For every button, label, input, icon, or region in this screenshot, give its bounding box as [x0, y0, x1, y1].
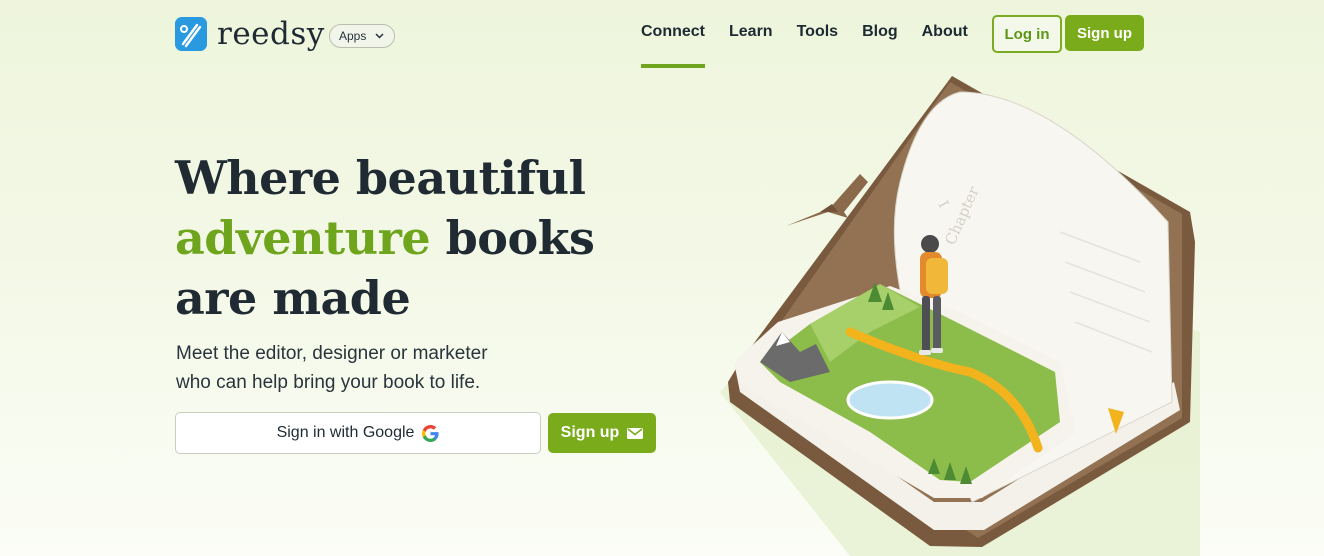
- nav-blog[interactable]: Blog: [862, 0, 898, 66]
- mail-icon: [627, 427, 644, 439]
- nav-learn[interactable]: Learn: [729, 0, 773, 66]
- reedsy-logo[interactable]: reedsy: [175, 16, 325, 52]
- google-signin-label: Sign in with Google: [276, 424, 415, 441]
- nav-about[interactable]: About: [922, 0, 968, 66]
- hero-title-line1: Where beautiful: [175, 151, 586, 205]
- google-icon: [422, 424, 440, 442]
- google-signin-button[interactable]: Sign in with Google: [175, 412, 541, 454]
- hero-subtitle: Meet the editor, designer or marketer wh…: [176, 339, 488, 397]
- book-adventure-illustration: I Chapter: [720, 76, 1200, 556]
- hero-subtitle-line2: who can help bring your book to life.: [176, 372, 481, 393]
- nav-tools[interactable]: Tools: [797, 0, 838, 66]
- hero-signup-label: Sign up: [560, 424, 620, 441]
- hero-signup-button[interactable]: Sign up: [548, 413, 656, 453]
- login-button[interactable]: Log in: [992, 15, 1062, 53]
- hero-title-accent: adventure: [175, 211, 431, 265]
- signup-button[interactable]: Sign up: [1065, 15, 1144, 51]
- logo-text: reedsy: [217, 16, 325, 52]
- main-nav: Connect Learn Tools Blog About: [641, 0, 992, 68]
- apps-label: Apps: [339, 29, 367, 43]
- site-header: reedsy Apps Connect Learn Tools Blog Abo…: [0, 0, 1324, 70]
- hero-title-line3: are made: [175, 271, 411, 325]
- hero-title-line2: books: [430, 211, 595, 265]
- apps-dropdown[interactable]: Apps: [329, 24, 396, 48]
- reedsy-logo-icon: [175, 17, 207, 51]
- chevron-down-icon: [375, 33, 384, 39]
- hero-title: Where beautiful adventure books are made: [175, 148, 595, 328]
- hero-subtitle-line1: Meet the editor, designer or marketer: [176, 343, 488, 364]
- nav-connect[interactable]: Connect: [641, 0, 705, 68]
